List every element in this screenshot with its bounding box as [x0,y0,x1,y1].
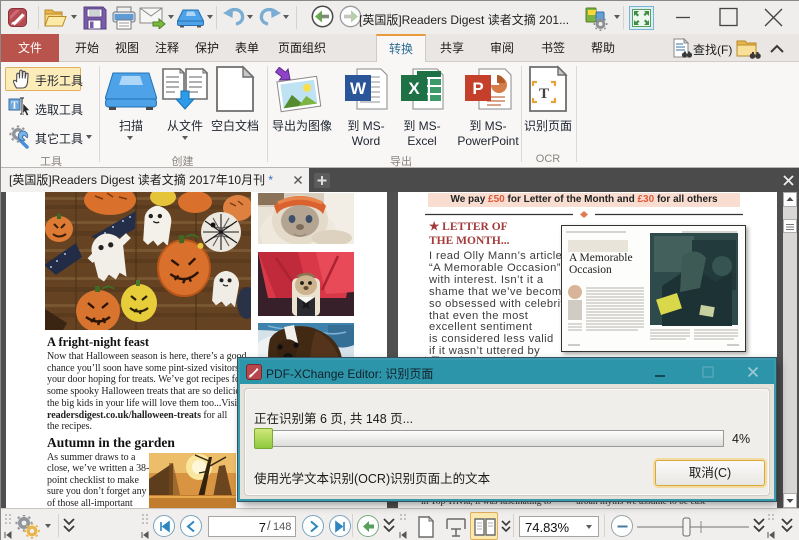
svg-text:T: T [539,86,549,102]
svg-text:P: P [472,79,483,98]
svg-text:X: X [408,79,420,98]
svg-text:W: W [350,79,367,98]
svg-text:Occasion: Occasion [569,264,612,276]
svg-text:T: T [11,101,18,112]
svg-text:A Memorable: A Memorable [569,252,633,264]
